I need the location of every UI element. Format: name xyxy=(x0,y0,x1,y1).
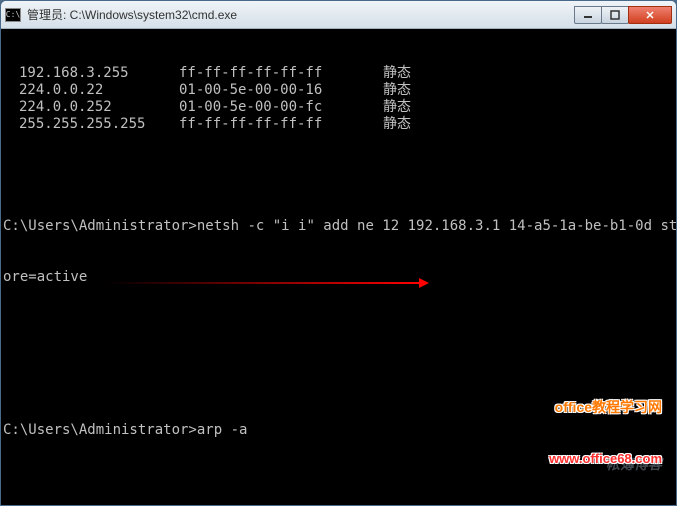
cell-ip: 192.168.3.255 xyxy=(3,65,179,82)
brand-overlay: office教程学习网 www.office68.com xyxy=(549,365,662,501)
table-row: 224.0.0.2201-00-5e-00-00-16静态 xyxy=(3,82,674,99)
arp-top-rows: 192.168.3.255ff-ff-ff-ff-ff-ff静态224.0.0.… xyxy=(3,65,674,133)
cell-type: 静态 xyxy=(383,116,411,133)
cmd-line-netsh: C:\Users\Administrator>netsh -c "i i" ad… xyxy=(3,218,674,235)
annotation-arrow xyxy=(105,282,419,284)
terminal-area[interactable]: 192.168.3.255ff-ff-ff-ff-ff-ff静态224.0.0.… xyxy=(1,29,676,506)
cell-mac: ff-ff-ff-ff-ff-ff xyxy=(179,116,383,133)
brand-line2: www.office68.com xyxy=(549,450,662,467)
window-buttons xyxy=(575,6,672,24)
app-icon: C:\ xyxy=(5,8,21,22)
cell-mac: ff-ff-ff-ff-ff-ff xyxy=(179,65,383,82)
cell-ip: 224.0.0.22 xyxy=(3,82,179,99)
cell-ip: 224.0.0.252 xyxy=(3,99,179,116)
cell-ip: 255.255.255.255 xyxy=(3,116,179,133)
cmd-window: C:\ 管理员: C:\Windows\system32\cmd.exe 192… xyxy=(0,0,677,506)
table-row: 224.0.0.25201-00-5e-00-00-fc静态 xyxy=(3,99,674,116)
blank-line xyxy=(3,167,674,184)
minimize-button[interactable] xyxy=(574,6,602,24)
cell-type: 静态 xyxy=(383,82,411,99)
brand-line1: office教程学习网 xyxy=(549,399,662,416)
cell-mac: 01-00-5e-00-00-fc xyxy=(179,99,383,116)
blank-line xyxy=(3,320,674,337)
cell-mac: 01-00-5e-00-00-16 xyxy=(179,82,383,99)
table-row: 192.168.3.255ff-ff-ff-ff-ff-ff静态 xyxy=(3,65,674,82)
window-title: 管理员: C:\Windows\system32\cmd.exe xyxy=(27,6,575,23)
close-button[interactable] xyxy=(628,6,672,24)
titlebar[interactable]: C:\ 管理员: C:\Windows\system32\cmd.exe xyxy=(1,1,676,29)
cell-type: 静态 xyxy=(383,65,411,82)
maximize-button[interactable] xyxy=(601,6,629,24)
table-row: 255.255.255.255ff-ff-ff-ff-ff-ff静态 xyxy=(3,116,674,133)
cell-type: 静态 xyxy=(383,99,411,116)
